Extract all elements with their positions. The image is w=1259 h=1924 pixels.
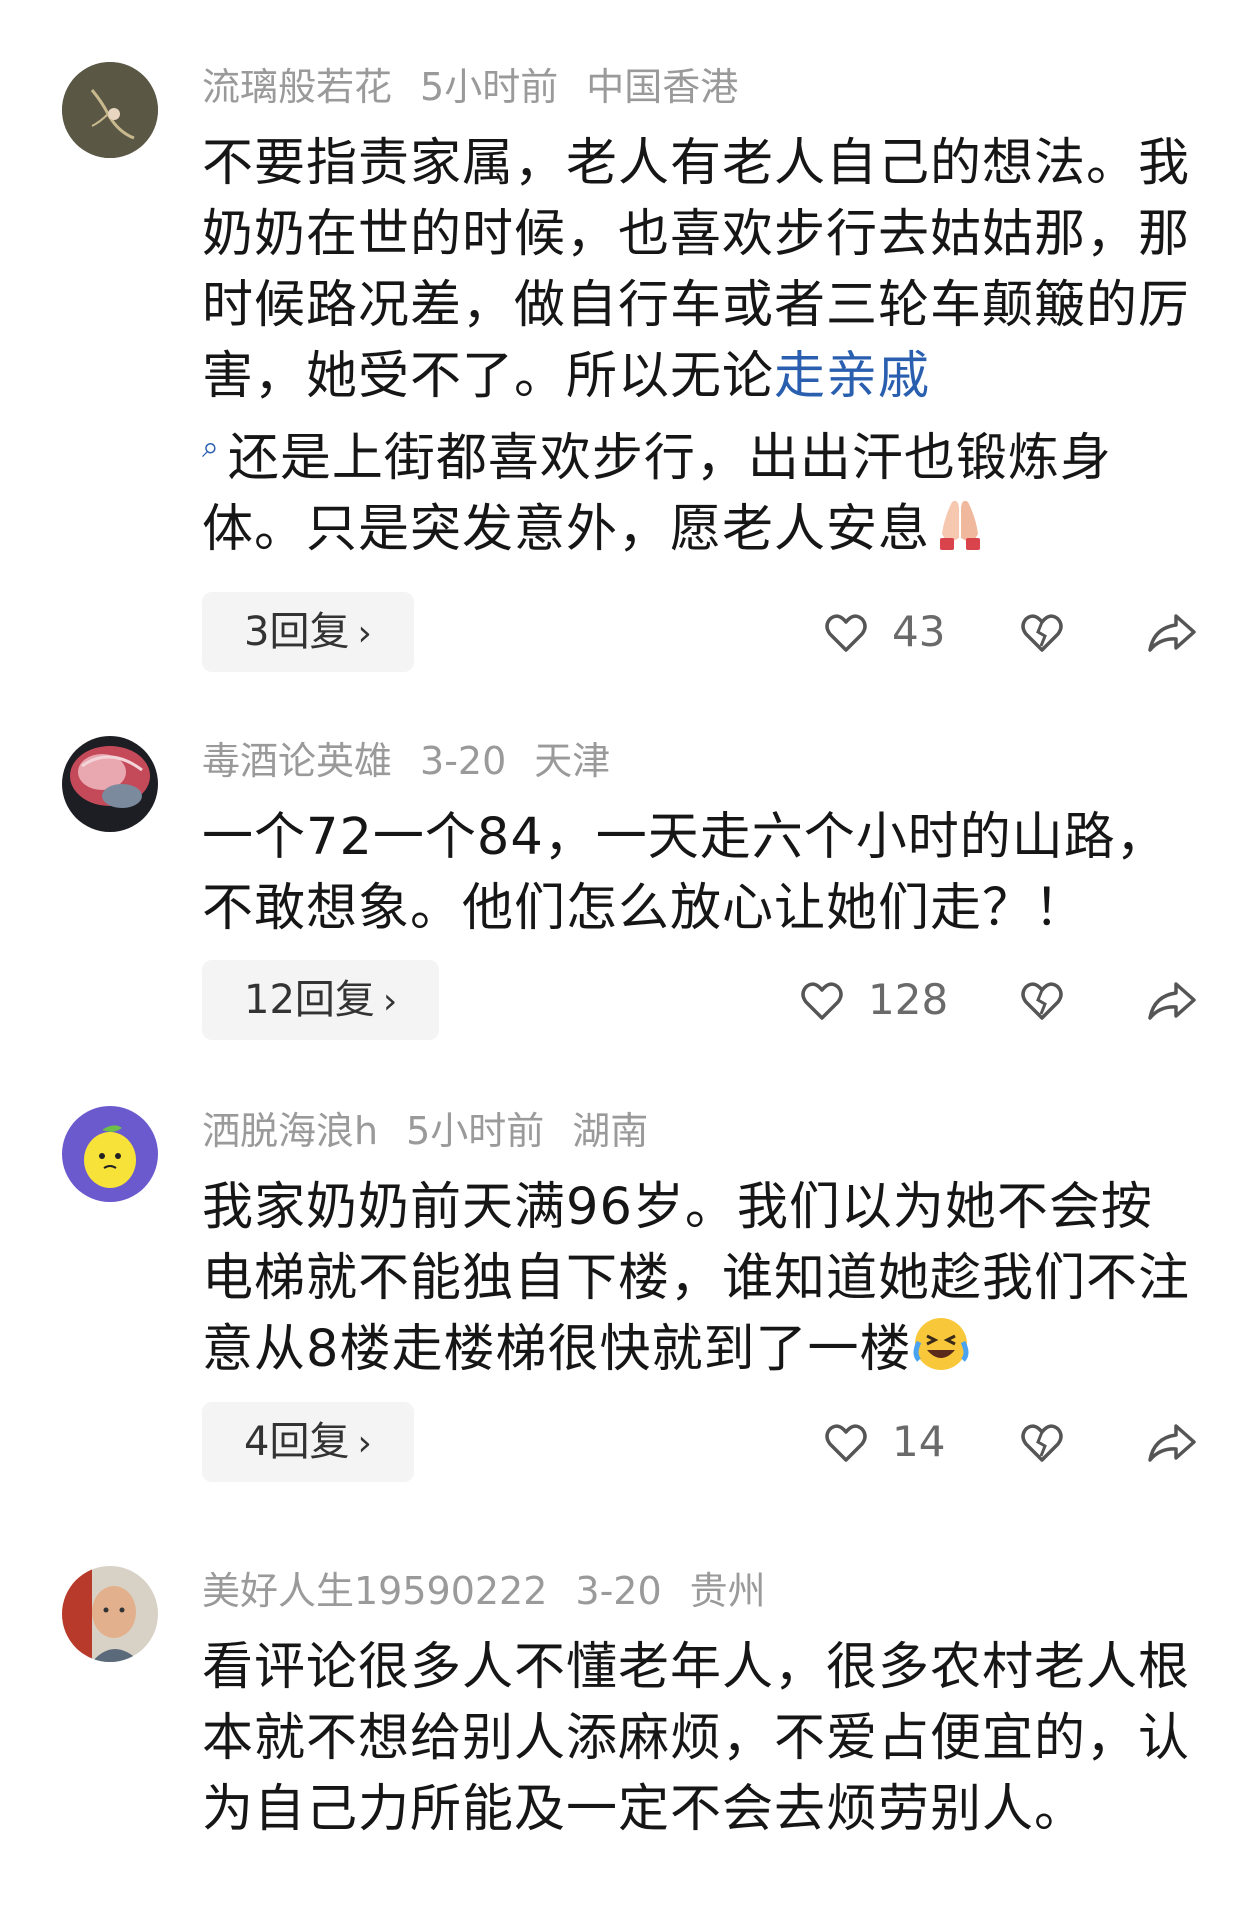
share-arrow-icon[interactable] <box>1146 608 1198 656</box>
timestamp: 3-20 <box>420 739 507 783</box>
location: 天津 <box>534 739 611 783</box>
like-count: 128 <box>868 975 949 1024</box>
username[interactable]: 毒酒论英雄 <box>202 739 392 783</box>
heart-icon[interactable] <box>798 976 846 1024</box>
timestamp: 3-20 <box>575 1569 662 1613</box>
comment-text-part: 我家奶奶前天满96岁。我们以为她不会按电梯就不能独自下楼，谁知道她趁我们不注意从… <box>202 1178 1191 1379</box>
comment-item: 美好人生19590222 3-20 贵州 看评论很多人不懂老年人，很多农村老人根本就… <box>0 1530 1259 1924</box>
location: 中国香港 <box>586 65 739 109</box>
heart-icon[interactable] <box>822 608 870 656</box>
praying-hands-emoji <box>940 500 981 550</box>
search-link[interactable]: 走亲戚 <box>774 347 930 406</box>
location: 贵州 <box>689 1569 766 1613</box>
comment-item: 洒脱海浪h 5小时前 湖南 我家奶奶前天满96岁。我们以为她不会按电梯就不能独自下楼… <box>0 1070 1259 1530</box>
user-avatar[interactable] <box>62 62 158 158</box>
share-arrow-icon[interactable] <box>1146 1418 1198 1466</box>
comment-text: 我家奶奶前天满96岁。我们以为她不会按电梯就不能独自下楼，谁知道她趁我们不注意从… <box>202 1172 1202 1385</box>
comment-meta: 流璃般若花 5小时前 中国香港 <box>202 62 766 112</box>
comment-meta: 毒酒论英雄 3-20 天津 <box>202 736 638 786</box>
share-arrow-icon[interactable] <box>1146 976 1198 1024</box>
like-count: 43 <box>892 607 946 656</box>
comment-actions: 14 <box>0 1402 1259 1482</box>
heart-icon[interactable] <box>822 1418 870 1466</box>
username[interactable]: 洒脱海浪h <box>202 1109 378 1153</box>
timestamp: 5小时前 <box>406 1109 545 1153</box>
search-icon[interactable]: ⌕ <box>202 430 220 465</box>
broken-heart-icon[interactable] <box>1018 1418 1066 1466</box>
user-avatar[interactable] <box>62 1566 158 1662</box>
comment-text-part: 不要指责家属，老人有老人自己的想法。我奶奶在世的时候，也喜欢步行去姑姑那，那时候… <box>202 134 1191 406</box>
broken-heart-icon[interactable] <box>1018 608 1066 656</box>
comment-meta: 美好人生19590222 3-20 贵州 <box>202 1566 794 1616</box>
timestamp: 5小时前 <box>420 65 559 109</box>
user-avatar[interactable] <box>62 736 158 832</box>
location: 湖南 <box>572 1109 649 1153</box>
like-count: 14 <box>892 1417 946 1466</box>
comment-actions: 128 <box>0 960 1259 1040</box>
user-avatar[interactable] <box>62 1106 158 1202</box>
broken-heart-icon[interactable] <box>1018 976 1066 1024</box>
username[interactable]: 流璃般若花 <box>202 65 392 109</box>
comment-item: 流璃般若花 5小时前 中国香港 不要指责家属，老人有老人自己的想法。我奶奶在世的时候… <box>0 0 1259 700</box>
comment-text: 一个72一个84，一天走六个小时的山路，不敢想象。他们怎么放心让她们走？！ <box>202 808 1168 938</box>
comment-actions: 43 <box>0 592 1259 672</box>
comment-meta: 洒脱海浪h 5小时前 湖南 <box>202 1106 676 1156</box>
comment-item: 毒酒论英雄 3-20 天津 一个72一个84，一天走六个小时的山路，不敢想象。他们怎… <box>0 700 1259 1070</box>
laughing-crying-emoji <box>913 1318 969 1370</box>
comment-text: 看评论很多人不懂老年人，很多农村老人根本就不想给别人添麻烦，不爱占便宜的，认为自… <box>202 1638 1191 1839</box>
comment-text: 不要指责家属，老人有老人自己的想法。我奶奶在世的时候，也喜欢步行去姑姑那，那时候… <box>202 128 1202 565</box>
username[interactable]: 美好人生19590222 <box>202 1569 547 1613</box>
